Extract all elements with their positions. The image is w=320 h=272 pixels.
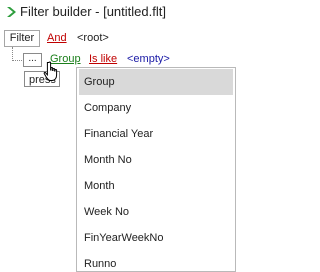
- tree-connector-horizontal: [12, 60, 22, 61]
- hand-cursor-icon: [43, 61, 58, 81]
- dropdown-item-month-no[interactable]: Month No: [79, 147, 233, 173]
- dropdown-item-company[interactable]: Company: [79, 95, 233, 121]
- condition-value[interactable]: <empty>: [127, 53, 170, 65]
- chevron-right-icon: [7, 7, 16, 17]
- field-dropdown-list[interactable]: Group Company Financial Year Month No Mo…: [76, 67, 236, 272]
- root-label: <root>: [77, 32, 109, 44]
- dropdown-item-financial-year[interactable]: Financial Year: [79, 121, 233, 147]
- condition-operator-link[interactable]: Is like: [89, 53, 117, 65]
- group-operator-link[interactable]: And: [47, 32, 67, 44]
- condition-menu-button[interactable]: ...: [23, 53, 42, 67]
- dropdown-item-finyearweekno[interactable]: FinYearWeekNo: [79, 225, 233, 251]
- dropdown-item-runno[interactable]: Runno: [79, 251, 233, 271]
- tree-connector-vertical: [12, 47, 13, 61]
- filter-button[interactable]: Filter: [4, 30, 40, 47]
- dropdown-item-group[interactable]: Group: [79, 69, 233, 95]
- window-title: Filter builder - [untitled.flt]: [20, 4, 166, 19]
- dropdown-item-month[interactable]: Month: [79, 173, 233, 199]
- dropdown-item-week-no[interactable]: Week No: [79, 199, 233, 225]
- title-bar: Filter builder - [untitled.flt]: [0, 0, 257, 24]
